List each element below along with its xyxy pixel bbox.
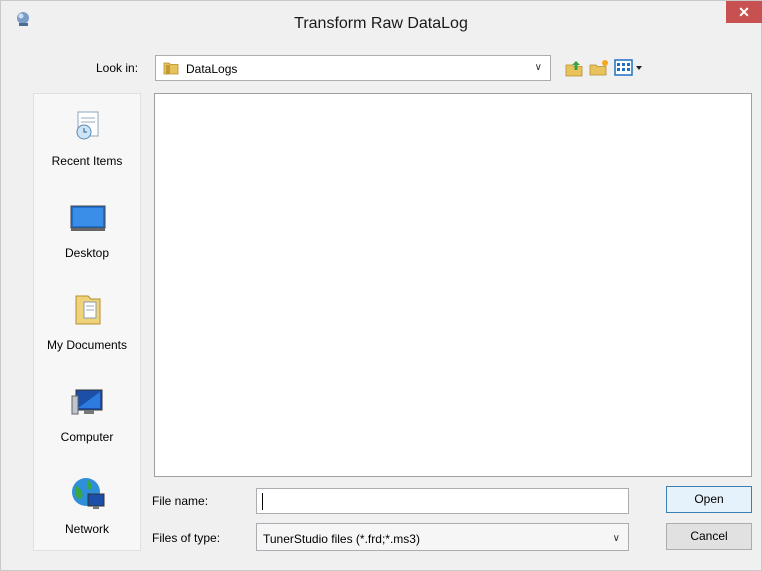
close-button[interactable]: ✕ bbox=[726, 1, 762, 23]
network-icon bbox=[70, 476, 106, 512]
desktop-icon bbox=[70, 200, 106, 236]
files-of-type-value: TunerStudio files (*.frd;*.ms3) bbox=[263, 532, 420, 546]
files-of-type-combo[interactable]: TunerStudio files (*.frd;*.ms3) ∨ bbox=[256, 523, 629, 551]
look-in-combo[interactable]: DataLogs ∨ bbox=[155, 55, 551, 81]
window-title: Transform Raw DataLog bbox=[294, 15, 468, 32]
place-label: My Documents bbox=[46, 338, 128, 352]
up-folder-button[interactable] bbox=[563, 57, 585, 79]
look-in-value: DataLogs bbox=[186, 62, 238, 76]
place-label: Desktop bbox=[64, 246, 110, 260]
close-icon: ✕ bbox=[738, 4, 750, 20]
new-folder-icon bbox=[589, 60, 608, 76]
text-caret bbox=[262, 493, 263, 510]
place-label: Computer bbox=[60, 430, 114, 444]
view-menu-icon bbox=[614, 59, 642, 76]
folder-icon bbox=[163, 60, 179, 79]
view-menu-button[interactable] bbox=[613, 57, 647, 79]
file-name-input[interactable] bbox=[256, 488, 629, 514]
files-of-type-label: Files of type: bbox=[152, 531, 221, 545]
place-label: Recent Items bbox=[51, 154, 123, 168]
place-desktop[interactable]: Desktop bbox=[34, 200, 140, 286]
new-folder-button[interactable] bbox=[588, 57, 610, 79]
place-label: Network bbox=[64, 522, 109, 536]
chevron-down-icon: ∨ bbox=[534, 62, 542, 73]
file-name-label: File name: bbox=[152, 494, 209, 508]
file-list[interactable] bbox=[154, 93, 752, 477]
up-folder-icon bbox=[565, 61, 583, 77]
look-in-label: Look in: bbox=[96, 61, 139, 75]
places-bar: Recent Items Desktop My Documents Comput… bbox=[33, 93, 141, 551]
place-recent-items[interactable]: Recent Items bbox=[34, 108, 140, 194]
dialog-window: Transform Raw DataLog ✕ Look in: DataLog… bbox=[0, 0, 762, 571]
my-documents-icon bbox=[70, 292, 106, 328]
chevron-down-icon: ∨ bbox=[612, 533, 620, 544]
title-bar: Transform Raw DataLog ✕ bbox=[1, 1, 762, 51]
place-network[interactable]: Network bbox=[34, 476, 140, 562]
computer-icon bbox=[70, 384, 106, 420]
cancel-button[interactable]: Cancel bbox=[666, 523, 752, 550]
place-my-documents[interactable]: My Documents bbox=[34, 292, 140, 378]
place-computer[interactable]: Computer bbox=[34, 384, 140, 470]
recent-items-icon bbox=[70, 108, 106, 144]
open-button[interactable]: Open bbox=[666, 486, 752, 513]
